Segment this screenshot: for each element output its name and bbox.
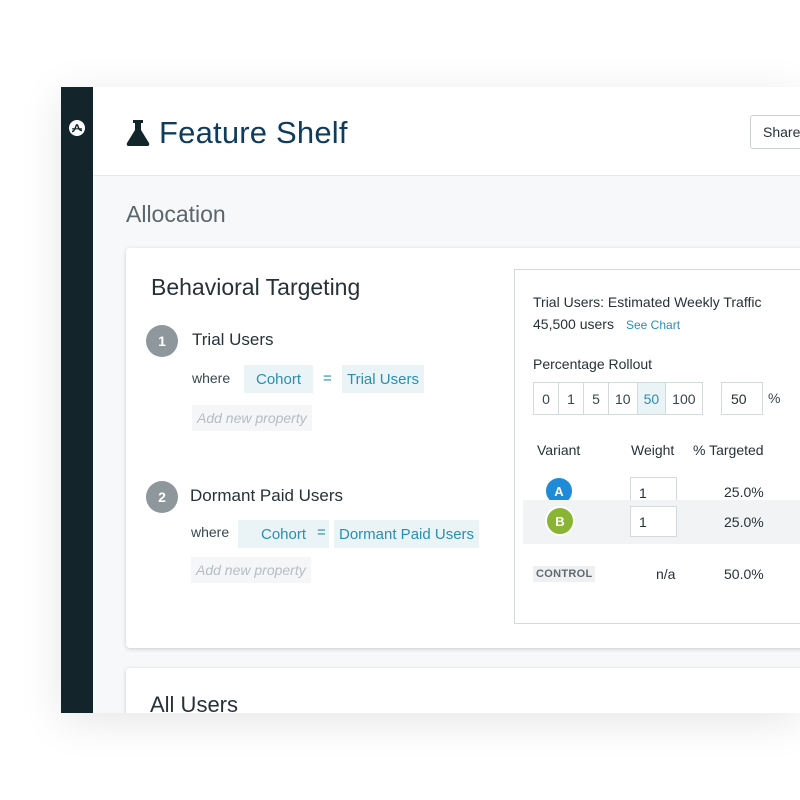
add-property-button[interactable]: Add new property	[192, 405, 312, 431]
variant-b-targeted: 25.0%	[724, 514, 764, 530]
header-bar: Feature Shelf Share	[93, 87, 800, 176]
value-chip[interactable]: Trial Users	[342, 365, 424, 393]
variant-column-header: Variant	[537, 442, 581, 458]
rollout-percent-input[interactable]	[721, 382, 763, 415]
rollout-option-50[interactable]: 50	[637, 383, 667, 414]
card-title: Behavioral Targeting	[151, 274, 361, 300]
allocation-panel: Trial Users: Estimated Weekly Traffic 45…	[514, 269, 800, 624]
app-window: Feature Shelf Share Allocation Behaviora…	[61, 87, 800, 713]
segment-number-badge: 2	[146, 481, 178, 513]
control-weight: n/a	[656, 566, 676, 582]
where-label: where	[191, 524, 230, 540]
property-chip[interactable]: Cohort	[238, 520, 330, 548]
share-button[interactable]: Share	[750, 115, 800, 149]
percent-unit-label: %	[768, 390, 781, 406]
rollout-option-10[interactable]: 10	[609, 383, 638, 414]
allocation-heading: Allocation	[126, 201, 226, 227]
variant-a-targeted: 25.0%	[724, 484, 764, 500]
control-targeted: 50.0%	[724, 566, 764, 582]
traffic-count: 45,500 users	[533, 316, 614, 332]
rollout-option-0[interactable]: 0	[534, 383, 559, 414]
value-chip[interactable]: Dormant Paid Users	[334, 520, 480, 548]
rollout-option-1[interactable]: 1	[559, 383, 584, 414]
add-property-button[interactable]: Add new property	[191, 557, 311, 583]
rollout-label: Percentage Rollout	[533, 356, 653, 372]
all-users-title: All Users	[150, 692, 239, 713]
variant-row-b: B 25.0%	[523, 500, 800, 544]
page-title: Feature Shelf	[159, 115, 348, 150]
where-label: where	[192, 370, 231, 386]
flask-icon	[126, 120, 150, 146]
see-chart-link[interactable]: See Chart	[626, 318, 680, 332]
traffic-title: Trial Users: Estimated Weekly Traffic	[533, 294, 762, 310]
behavioral-targeting-card: Behavioral Targeting 1 Trial Users where…	[126, 248, 800, 648]
segment-name[interactable]: Dormant Paid Users	[190, 486, 343, 506]
property-chip[interactable]: Cohort	[244, 365, 314, 393]
title-area: Feature Shelf	[125, 115, 348, 151]
segment-name[interactable]: Trial Users	[192, 330, 274, 350]
operator-label[interactable]: =	[317, 524, 326, 541]
rollout-option-5[interactable]: 5	[584, 383, 609, 414]
all-users-card: All Users	[126, 668, 800, 713]
rollout-options: 0 1 5 10 50 100	[533, 382, 703, 415]
amplitude-logo-icon[interactable]	[69, 120, 85, 136]
targeted-column-header: % Targeted	[693, 442, 764, 458]
control-label: CONTROL	[533, 566, 596, 582]
operator-label[interactable]: =	[323, 370, 332, 387]
variant-b-badge: B	[545, 506, 575, 536]
variant-b-weight-input[interactable]	[630, 506, 677, 537]
weight-column-header: Weight	[631, 442, 675, 458]
segment-number-badge: 1	[146, 325, 178, 357]
rollout-option-100[interactable]: 100	[666, 383, 702, 414]
left-nav-rail	[61, 87, 93, 713]
